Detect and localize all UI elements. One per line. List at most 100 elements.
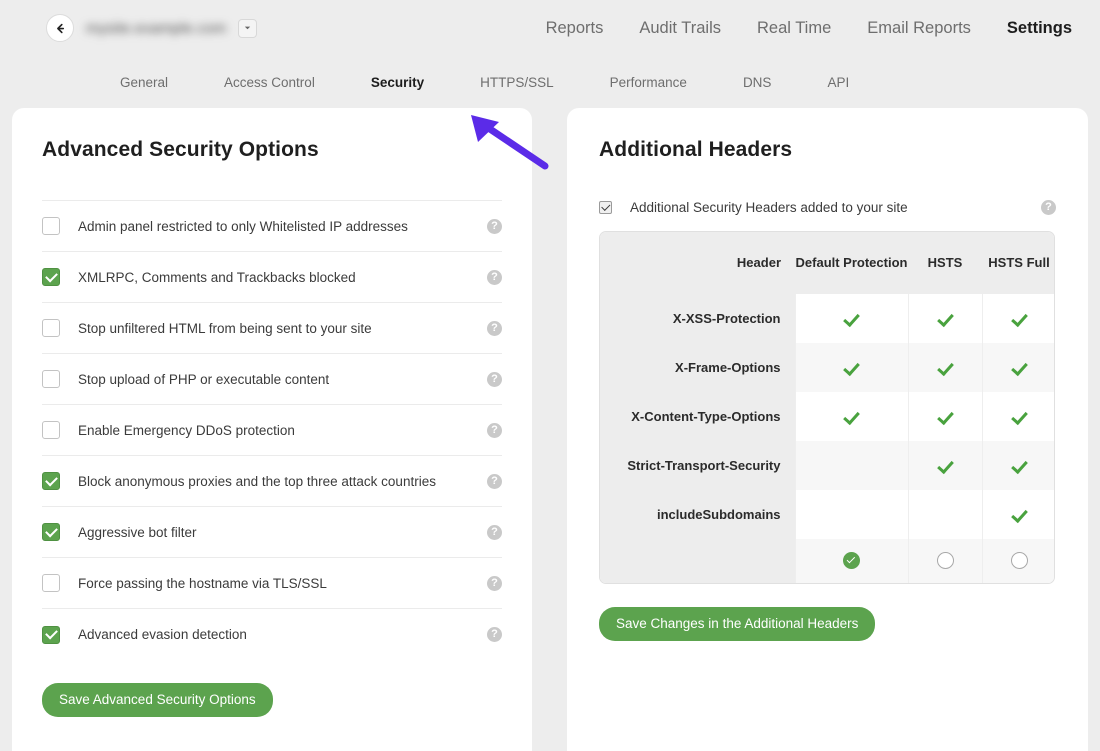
- help-icon[interactable]: ?: [487, 270, 502, 285]
- checkbox-additional-security-headers[interactable]: [599, 201, 612, 214]
- option-row-xmlrpc-blocked[interactable]: XMLRPC, Comments and Trackbacks blocked …: [42, 252, 502, 303]
- option-label: Stop unfiltered HTML from being sent to …: [78, 321, 487, 336]
- cell-strict-transport-security-hsts: [908, 441, 982, 490]
- option-row-advanced-evasion-detection[interactable]: Advanced evasion detection ?: [42, 609, 502, 660]
- cell-strict-transport-security-default: [795, 441, 908, 490]
- column-header-default-protection: Default Protection: [795, 232, 908, 294]
- additional-headers-panel: Additional Headers Additional Security H…: [567, 108, 1088, 751]
- panel-title-advanced-security: Advanced Security Options: [42, 138, 502, 162]
- row-label-x-xss-protection: X-XSS-Protection: [600, 294, 795, 343]
- nav-item-audit-trails[interactable]: Audit Trails: [621, 19, 739, 38]
- site-dropdown-button[interactable]: [238, 19, 257, 38]
- arrow-left-icon: [54, 22, 67, 35]
- checkbox-advanced-evasion-detection[interactable]: [42, 626, 60, 644]
- tab-performance[interactable]: Performance: [582, 75, 715, 90]
- checkbox-aggressive-bot-filter[interactable]: [42, 523, 60, 541]
- check-icon: [937, 407, 954, 424]
- cell-x-xss-protection-hsts: [908, 294, 982, 343]
- check-icon: [1011, 505, 1028, 522]
- row-label-x-content-type-options: X-Content-Type-Options: [600, 392, 795, 441]
- column-header-hsts-full: HSTS Full: [982, 232, 1055, 294]
- tab-dns[interactable]: DNS: [715, 75, 800, 90]
- nav-item-settings[interactable]: Settings: [989, 19, 1090, 38]
- checkbox-xmlrpc-blocked[interactable]: [42, 268, 60, 286]
- option-label: Admin panel restricted to only Whitelist…: [78, 219, 487, 234]
- option-row-aggressive-bot-filter[interactable]: Aggressive bot filter ?: [42, 507, 502, 558]
- tab-https-ssl[interactable]: HTTPS/SSL: [452, 75, 582, 90]
- help-icon[interactable]: ?: [487, 627, 502, 642]
- tab-access-control[interactable]: Access Control: [196, 75, 343, 90]
- option-row-stop-unfiltered-html[interactable]: Stop unfiltered HTML from being sent to …: [42, 303, 502, 354]
- site-selector[interactable]: mysite.example.com: [46, 14, 257, 42]
- cell-x-xss-protection-default: [795, 294, 908, 343]
- row-label-include-subdomains: includeSubdomains: [600, 490, 795, 539]
- checkbox-stop-php-upload[interactable]: [42, 370, 60, 388]
- chevron-down-icon: [243, 19, 252, 37]
- table-row: Strict-Transport-Security: [600, 441, 1055, 490]
- table-row: includeSubdomains: [600, 490, 1055, 539]
- tab-api[interactable]: API: [799, 75, 877, 90]
- checkbox-stop-unfiltered-html[interactable]: [42, 319, 60, 337]
- checkbox-admin-panel-whitelist[interactable]: [42, 217, 60, 235]
- site-name: mysite.example.com: [86, 20, 226, 37]
- checkbox-force-hostname-tls[interactable]: [42, 574, 60, 592]
- cell-x-content-type-options-hsts: [908, 392, 982, 441]
- cell-x-frame-options-default: [795, 343, 908, 392]
- check-icon: [843, 407, 860, 424]
- option-label: Force passing the hostname via TLS/SSL: [78, 576, 487, 591]
- option-row-stop-php-upload[interactable]: Stop upload of PHP or executable content…: [42, 354, 502, 405]
- column-header-hsts: HSTS: [908, 232, 982, 294]
- help-icon[interactable]: ?: [487, 321, 502, 336]
- advanced-security-options-panel: Advanced Security Options Admin panel re…: [12, 108, 532, 751]
- check-icon: [1011, 358, 1028, 375]
- option-row-block-proxies[interactable]: Block anonymous proxies and the top thre…: [42, 456, 502, 507]
- nav-item-real-time[interactable]: Real Time: [739, 19, 849, 38]
- check-icon: [937, 309, 954, 326]
- table-row: X-Frame-Options: [600, 343, 1055, 392]
- nav-item-reports[interactable]: Reports: [528, 19, 622, 38]
- cell-x-content-type-options-hsts-full: [982, 392, 1055, 441]
- option-row-admin-panel-whitelist[interactable]: Admin panel restricted to only Whitelist…: [42, 201, 502, 252]
- help-icon[interactable]: ?: [487, 372, 502, 387]
- additional-headers-toggle-row[interactable]: Additional Security Headers added to you…: [599, 200, 1056, 215]
- option-row-force-hostname-tls[interactable]: Force passing the hostname via TLS/SSL ?: [42, 558, 502, 609]
- row-label-strict-transport-security: Strict-Transport-Security: [600, 441, 795, 490]
- back-button[interactable]: [46, 14, 74, 42]
- option-label: Stop upload of PHP or executable content: [78, 372, 487, 387]
- save-advanced-security-options-button[interactable]: Save Advanced Security Options: [42, 683, 273, 717]
- radio-hsts-full[interactable]: [1011, 552, 1028, 569]
- radio-default-protection[interactable]: [843, 552, 860, 569]
- settings-content: Advanced Security Options Admin panel re…: [0, 108, 1100, 751]
- radio-hsts[interactable]: [937, 552, 954, 569]
- option-label: Block anonymous proxies and the top thre…: [78, 474, 487, 489]
- table-row: X-XSS-Protection: [600, 294, 1055, 343]
- mode-selector-spacer: [600, 539, 795, 583]
- help-icon[interactable]: ?: [487, 219, 502, 234]
- option-label: XMLRPC, Comments and Trackbacks blocked: [78, 270, 487, 285]
- check-icon: [937, 358, 954, 375]
- checkbox-emergency-ddos[interactable]: [42, 421, 60, 439]
- help-icon[interactable]: ?: [487, 525, 502, 540]
- tab-general[interactable]: General: [92, 75, 196, 90]
- save-additional-headers-button[interactable]: Save Changes in the Additional Headers: [599, 607, 875, 641]
- settings-tabs: General Access Control Security HTTPS/SS…: [0, 56, 1100, 108]
- nav-item-email-reports[interactable]: Email Reports: [849, 19, 989, 38]
- cell-include-subdomains-hsts: [908, 490, 982, 539]
- table-row: X-Content-Type-Options: [600, 392, 1055, 441]
- check-icon: [1011, 309, 1028, 326]
- check-icon: [843, 309, 860, 326]
- additional-headers-toggle-label: Additional Security Headers added to you…: [630, 200, 1041, 215]
- checkbox-block-proxies[interactable]: [42, 472, 60, 490]
- help-icon[interactable]: ?: [487, 423, 502, 438]
- option-row-emergency-ddos[interactable]: Enable Emergency DDoS protection ?: [42, 405, 502, 456]
- cell-x-frame-options-hsts: [908, 343, 982, 392]
- help-icon[interactable]: ?: [487, 474, 502, 489]
- cell-x-content-type-options-default: [795, 392, 908, 441]
- tab-security[interactable]: Security: [343, 75, 452, 90]
- help-icon[interactable]: ?: [1041, 200, 1056, 215]
- advanced-security-option-list: Admin panel restricted to only Whitelist…: [42, 200, 502, 660]
- help-icon[interactable]: ?: [487, 576, 502, 591]
- row-label-x-frame-options: X-Frame-Options: [600, 343, 795, 392]
- cell-x-xss-protection-hsts-full: [982, 294, 1055, 343]
- check-icon: [1011, 456, 1028, 473]
